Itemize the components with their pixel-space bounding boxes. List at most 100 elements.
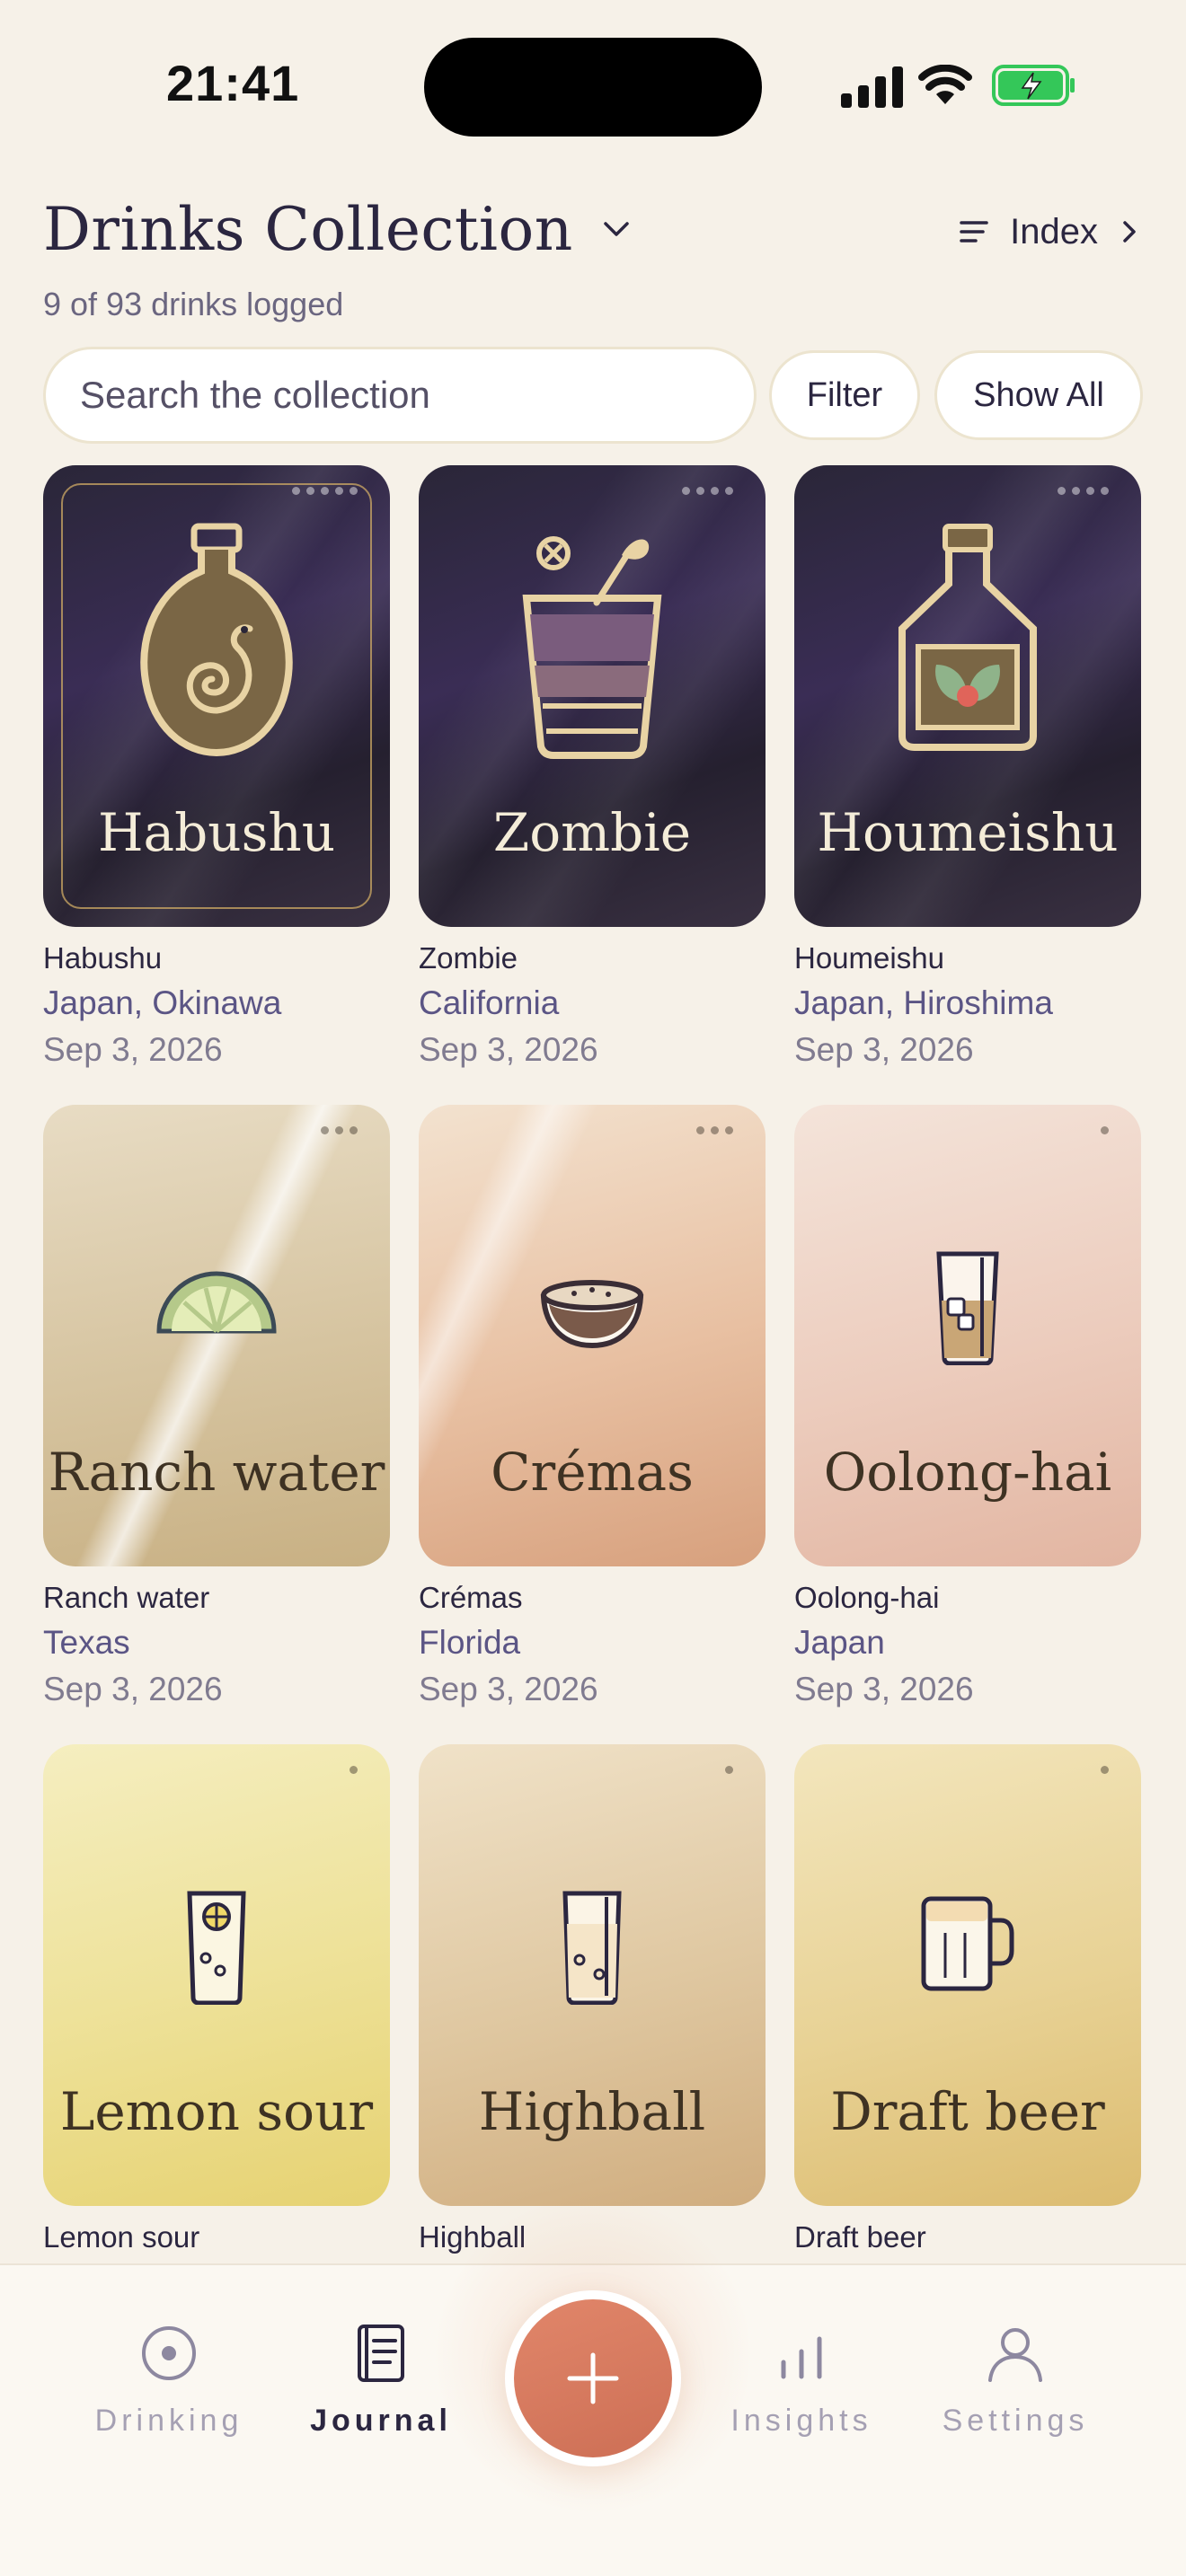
snake-bottle-icon [140, 523, 293, 757]
card-title: Oolong-hai [823, 1442, 1112, 1503]
search-row: Filter Show All [43, 347, 1143, 444]
rarity-dots [682, 487, 733, 495]
status-icons [836, 56, 1078, 119]
lime-wedge-icon [156, 1271, 277, 1334]
drink-origin: Japan [794, 1624, 885, 1661]
lemon-glass-icon [187, 1891, 246, 2005]
card-title: Ranch water [48, 1442, 385, 1503]
cellular-signal-icon [841, 66, 903, 108]
tiki-glass-icon [522, 536, 662, 759]
drink-date: Sep 3, 2026 [43, 1031, 223, 1068]
drink-name: Lemon sour [43, 2220, 200, 2254]
drink-card[interactable]: Draft beer [794, 1744, 1141, 2206]
drink-item[interactable]: Draft beer Draft beer [794, 1744, 1141, 2254]
drink-name: Houmeishu [794, 941, 944, 975]
beer-mug-icon [921, 1896, 1014, 1991]
chevron-right-icon [1123, 221, 1136, 243]
drink-date: Sep 3, 2026 [419, 1031, 598, 1068]
drink-card[interactable]: Habushu [43, 465, 390, 927]
add-button-inner [514, 2299, 672, 2457]
drink-card[interactable]: Lemon sour [43, 1744, 390, 2206]
drink-name: Oolong-hai [794, 1581, 940, 1614]
journal-icon [358, 2325, 404, 2382]
card-title: Houmeishu [817, 802, 1119, 863]
search-input[interactable] [43, 347, 757, 444]
tab-label: Journal [310, 2404, 452, 2438]
card-title: Zombie [492, 802, 692, 863]
target-icon [142, 2326, 196, 2380]
battery-charging-icon [992, 65, 1075, 106]
tab-settings[interactable]: Settings [916, 2323, 1114, 2439]
index-button[interactable]: Index [956, 207, 1143, 257]
drink-card[interactable]: Highball [419, 1744, 766, 2206]
drink-origin: Texas [43, 1624, 130, 1661]
wifi-icon [918, 65, 972, 104]
person-icon [988, 2328, 1042, 2382]
index-label: Index [1010, 211, 1098, 251]
drink-name: Ranch water [43, 1581, 210, 1614]
drink-origin: California [419, 984, 560, 1021]
tall-glass-ice-icon [936, 1251, 999, 1365]
dynamic-island [424, 38, 762, 137]
drink-card[interactable]: Ranch water [43, 1105, 390, 1566]
rarity-dots [1058, 487, 1109, 495]
rarity-dots [350, 1766, 358, 1774]
drink-item[interactable]: Oolong-hai Oolong-hai Japan Sep 3, 2026 [794, 1105, 1141, 1708]
drink-name: Draft beer [794, 2220, 926, 2254]
bar-chart-icon [781, 2336, 822, 2379]
header: Drinks Collection Index 9 of 93 drinks l… [43, 189, 1143, 323]
drink-item[interactable]: Highball Highball [419, 1744, 766, 2254]
status-bar: 21:41 [0, 0, 1186, 171]
drink-date: Sep 3, 2026 [794, 1671, 974, 1707]
drink-date: Sep 3, 2026 [419, 1671, 598, 1707]
rarity-dots [1101, 1126, 1109, 1134]
tab-bar: Drinking Journal Insights Settings [0, 2193, 1186, 2576]
drink-card[interactable]: Crémas [419, 1105, 766, 1566]
card-title: Lemon sour [59, 2081, 374, 2142]
filter-button[interactable]: Filter [769, 350, 920, 440]
list-icon [960, 221, 988, 243]
rarity-dots [321, 1126, 358, 1134]
drink-origin: Japan, Hiroshima [794, 984, 1053, 1021]
coconut-bowl-icon [540, 1280, 644, 1349]
status-time: 21:41 [166, 55, 300, 111]
drink-origin: Florida [419, 1624, 521, 1661]
herb-bottle-icon [898, 524, 1037, 751]
tab-label: Drinking [94, 2404, 243, 2438]
page-title[interactable]: Drinks Collection [43, 195, 573, 264]
add-drink-button[interactable] [505, 2290, 681, 2466]
card-title: Habushu [97, 802, 336, 863]
card-title: Highball [478, 2081, 706, 2142]
plus-icon [567, 2352, 619, 2404]
drink-item[interactable]: Ranch water Ranch water Texas Sep 3, 202… [43, 1105, 390, 1708]
drink-origin: Japan, Okinawa [43, 984, 282, 1021]
highball-glass-icon [562, 1891, 622, 2005]
rarity-dots [1101, 1766, 1109, 1774]
drink-card[interactable]: Houmeishu [794, 465, 1141, 927]
tab-journal[interactable]: Journal [282, 2323, 480, 2439]
drink-name: Habushu [43, 941, 163, 975]
drink-name: Zombie [419, 941, 518, 975]
tab-label: Settings [942, 2404, 1089, 2438]
drink-date: Sep 3, 2026 [794, 1031, 974, 1068]
drink-card[interactable]: Zombie [419, 465, 766, 927]
drink-name: Crémas [419, 1581, 523, 1614]
drinks-count: 9 of 93 drinks logged [43, 286, 344, 322]
card-title: Crémas [491, 1442, 694, 1503]
rarity-dots [696, 1126, 733, 1134]
drink-card[interactable]: Oolong-hai [794, 1105, 1141, 1566]
rarity-dots [292, 487, 358, 495]
tab-drinking[interactable]: Drinking [70, 2323, 268, 2439]
show-all-button[interactable]: Show All [934, 350, 1143, 440]
card-title: Draft beer [830, 2081, 1105, 2142]
rarity-dots [725, 1766, 733, 1774]
drink-item[interactable]: Lemon sour Lemon sour [43, 1744, 390, 2254]
tab-insights[interactable]: Insights [703, 2323, 900, 2439]
drink-date: Sep 3, 2026 [43, 1671, 223, 1707]
drink-item[interactable]: Habushu Habushu Japan, Okinawa Sep 3, 20… [43, 465, 390, 1069]
drink-item[interactable]: Houmeishu Houmeishu Japan, Hiroshima Sep… [794, 465, 1141, 1069]
chevron-down-icon[interactable] [598, 211, 634, 247]
drink-item[interactable]: Zombie Zombie California Sep 3, 2026 [419, 465, 766, 1069]
drink-item[interactable]: Crémas Crémas Florida Sep 3, 2026 [419, 1105, 766, 1708]
tab-label: Insights [730, 2404, 872, 2438]
